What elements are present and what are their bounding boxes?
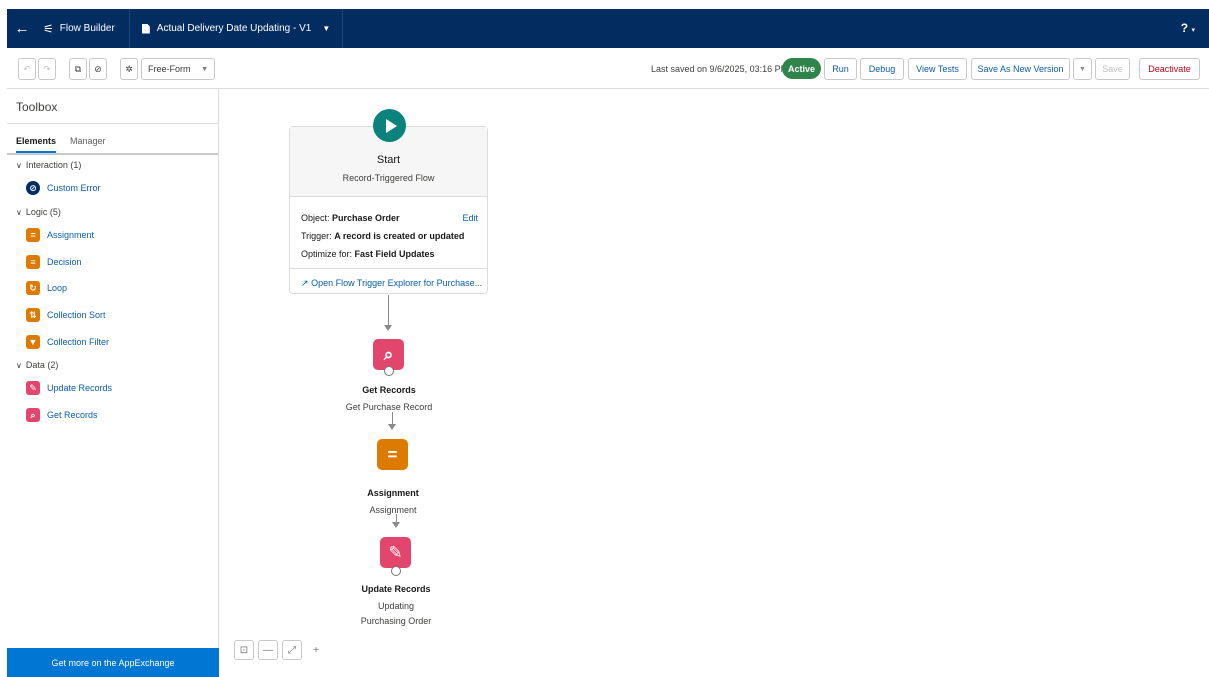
start-title: Start [376, 154, 401, 166]
back-arrow-icon[interactable]: ← [7, 9, 37, 48]
play-icon [373, 109, 406, 142]
assignment-icon: = [387, 444, 398, 464]
connector-arrow [384, 325, 392, 331]
zoom-controls: ⊡ — ⤢ + [234, 640, 326, 660]
help-menu[interactable]: ? ▾ [1181, 21, 1195, 35]
loop-icon: ↻ [26, 281, 40, 296]
top-navigation-bar: ← ⚟ Flow Builder Actual Delivery Date Up… [7, 9, 1209, 48]
app-brand: ⚟ Flow Builder [37, 9, 130, 48]
chevron-down-icon: ∨ [16, 161, 22, 170]
trigger-value: A record is created or updated [334, 231, 465, 241]
block-icon[interactable]: ⊘ [89, 58, 107, 80]
toolbox-item-decision[interactable]: ≡ Decision [7, 248, 218, 275]
app-name: Flow Builder [59, 23, 115, 34]
run-button[interactable]: Run [824, 58, 857, 80]
section-logic[interactable]: ∨ Logic (5) [7, 202, 218, 222]
copy-icon[interactable]: ⧉ [69, 58, 87, 80]
zoom-in-button[interactable]: + [306, 640, 326, 660]
section-interaction[interactable]: ∨ Interaction (1) [7, 155, 218, 175]
toolbox-item-collection-filter[interactable]: ▼ Collection Filter [7, 328, 218, 355]
chevron-down-icon: ∨ [16, 207, 22, 217]
undo-button[interactable]: ↶ [18, 58, 36, 80]
decision-icon: ≡ [26, 254, 40, 269]
connector-arrow [388, 424, 396, 430]
toolbox-title: Toolbox [7, 89, 218, 124]
error-icon: ⊘ [26, 181, 40, 196]
update-records-node[interactable]: ✎ [380, 537, 411, 568]
start-element-card[interactable]: Start Record-Triggered Flow Object: Purc… [289, 126, 488, 294]
toolbox-tabs: Elements Manager [7, 124, 218, 155]
filter-icon: ▼ [26, 334, 40, 349]
toolbox-item-assignment[interactable]: = Assignment [7, 222, 218, 249]
node-connector-dot[interactable] [384, 366, 394, 376]
external-link-icon: ↗ [301, 278, 309, 288]
expand-icon[interactable]: ⤢ [282, 640, 302, 660]
flow-toolbar: ↶ ↷ ⧉ ⊘ ✲ Free-Form ▼ Last saved on 9/6/… [7, 49, 1209, 89]
assignment-icon: = [26, 228, 40, 243]
get-records-label: Get Records Get Purchase Record [345, 385, 433, 412]
toolbox-sidebar: Toolbox Elements Manager ∨ Interaction (1… [7, 89, 219, 677]
zoom-out-button[interactable]: — [258, 640, 278, 660]
debug-button[interactable]: Debug [860, 58, 904, 80]
assignment-node[interactable]: = [377, 439, 408, 470]
tab-elements[interactable]: Elements [16, 136, 57, 153]
fit-view-icon[interactable]: ⊡ [234, 640, 254, 660]
toolbox-item-get-records[interactable]: ⌕ Get Records [7, 402, 218, 429]
update-records-icon: ✎ [26, 381, 40, 396]
start-subtitle: Record-Triggered Flow [342, 173, 435, 183]
flow-version-tab[interactable]: Actual Delivery Date Updating - V1 ▼ [130, 9, 344, 48]
optimize-value: Fast Field Updates [354, 249, 435, 259]
connector-line [388, 295, 389, 327]
get-records-icon: ⌕ [26, 408, 40, 423]
sort-icon: ⇅ [26, 308, 40, 323]
flow-trigger-explorer-link[interactable]: ↗ Open Flow Trigger Explorer for Purchas… [290, 269, 487, 289]
section-data[interactable]: ∨ Data (2) [7, 355, 218, 375]
flow-canvas[interactable]: Start Record-Triggered Flow Object: Purc… [220, 89, 1209, 677]
toolbox-item-custom-error[interactable]: ⊘ Custom Error [7, 175, 218, 202]
flow-version-label: Actual Delivery Date Updating - V1 [156, 23, 312, 34]
update-records-label: Update Records Updating Purchasing Order [360, 584, 432, 626]
flow-builder-icon: ⚟ [43, 21, 54, 36]
save-menu-chevron-down-icon[interactable]: ▼ [1073, 58, 1092, 80]
gear-icon[interactable]: ✲ [120, 58, 138, 80]
toolbox-item-loop[interactable]: ↻ Loop [7, 275, 218, 302]
status-badge: Active [782, 58, 821, 79]
chevron-down-icon: ∨ [16, 361, 22, 371]
connector-arrow [392, 522, 400, 528]
save-button[interactable]: Save [1095, 58, 1130, 80]
node-connector-dot[interactable] [391, 566, 401, 576]
appexchange-link[interactable]: Get more on the AppExchange [7, 648, 219, 677]
assignment-label: Assignment Assignment [367, 488, 419, 515]
redo-button[interactable]: ↷ [38, 58, 56, 80]
last-saved-text: Last saved on 9/6/2025, 03:16 PM [651, 64, 789, 74]
chevron-down-icon[interactable]: ▼ [322, 24, 330, 33]
help-icon: ? [1180, 21, 1189, 35]
view-tests-button[interactable]: View Tests [908, 58, 967, 80]
object-value: Purchase Order [332, 213, 400, 223]
document-icon [141, 23, 150, 34]
chevron-down-icon: ▼ [201, 65, 208, 73]
deactivate-button[interactable]: Deactivate [1139, 58, 1200, 80]
start-card-details: Object: Purchase Order Trigger: A record… [290, 197, 487, 269]
clipboard-edit-icon: ✎ [388, 542, 403, 562]
save-as-new-version-button[interactable]: Save As New Version [971, 58, 1070, 80]
toolbox-item-collection-sort[interactable]: ⇅ Collection Sort [7, 302, 218, 329]
tab-manager[interactable]: Manager [70, 136, 106, 153]
layout-select[interactable]: Free-Form ▼ [141, 58, 215, 80]
clipboard-search-icon: ⌕ [383, 344, 394, 364]
layout-value: Free-Form [148, 64, 191, 74]
edit-trigger-link[interactable]: Edit [462, 209, 478, 227]
toolbox-item-update-records[interactable]: ✎ Update Records [7, 375, 218, 402]
